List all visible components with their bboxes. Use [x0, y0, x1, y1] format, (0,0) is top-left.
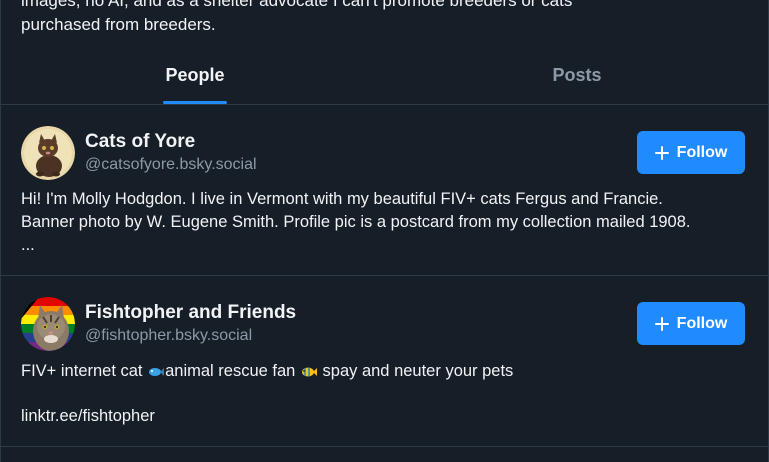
avatar[interactable] — [21, 297, 75, 351]
description-line-1: images, no AI, and as a shelter advocate… — [21, 0, 573, 10]
tab-people-label: People — [165, 65, 225, 85]
profile-bio: FIV+ internet cat animal rescue fan spay… — [21, 360, 751, 428]
bio-text: animal rescue fan — [165, 362, 300, 380]
avatar[interactable] — [21, 126, 75, 180]
profile-card[interactable]: Cats of Yore @catsofyore.bsky.social Fol… — [0, 105, 769, 275]
plus-icon — [654, 316, 669, 331]
search-results-page: images, no AI, and as a shelter advocate… — [0, 0, 769, 462]
fish-emoji-icon — [148, 362, 165, 385]
pride-cat-avatar-icon — [21, 297, 75, 351]
bio-line: Banner photo by W. Eugene Smith. Profile… — [21, 213, 691, 231]
profile-description: images, no AI, and as a shelter advocate… — [21, 0, 751, 37]
bio-spacer — [21, 385, 751, 405]
bio-line: ... — [21, 236, 35, 254]
follow-button[interactable]: Follow — [637, 302, 745, 345]
tab-bar: People Posts — [0, 56, 769, 104]
profile-handle: @fishtopher.bsky.social — [85, 327, 253, 344]
plus-icon — [654, 145, 669, 160]
bio-text: spay and neuter your pets — [317, 362, 514, 380]
tab-posts[interactable]: Posts — [527, 56, 627, 104]
bio-line: FIV+ internet cat animal rescue fan spay… — [21, 360, 751, 385]
tropical-fish-emoji-icon — [301, 362, 317, 385]
bio-link[interactable]: linktr.ee/fishtopher — [21, 405, 751, 428]
follow-button-label: Follow — [676, 143, 728, 161]
profile-handle: @catsofyore.bsky.social — [85, 156, 257, 173]
tab-people[interactable]: People — [145, 56, 245, 104]
profile-card[interactable]: Fishtopher and Friends @fishtopher.bsky.… — [0, 276, 769, 446]
profile-name[interactable]: Cats of Yore — [85, 131, 195, 153]
bio-text: FIV+ internet cat — [21, 362, 148, 380]
description-line-2: purchased from breeders. — [21, 15, 216, 34]
bio-line: Hi! I'm Molly Hodgdon. I live in Vermont… — [21, 190, 663, 208]
follow-button-label: Follow — [676, 314, 728, 332]
profile-name[interactable]: Fishtopher and Friends — [85, 302, 296, 324]
card-divider — [0, 446, 769, 447]
tab-posts-label: Posts — [552, 65, 602, 85]
follow-button[interactable]: Follow — [637, 131, 745, 174]
cat-postcard-avatar-icon — [21, 126, 75, 180]
profile-bio: Hi! I'm Molly Hodgdon. I live in Vermont… — [21, 188, 751, 257]
